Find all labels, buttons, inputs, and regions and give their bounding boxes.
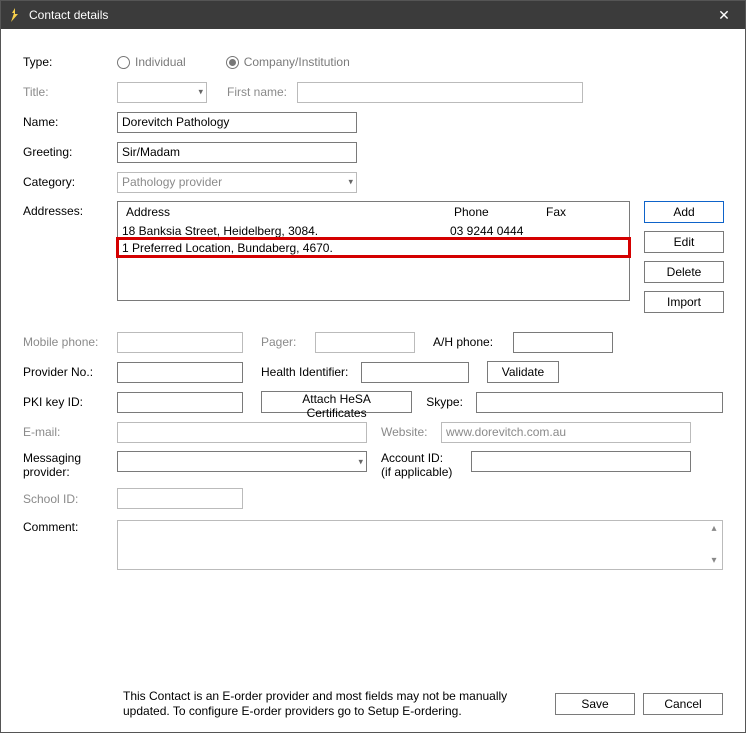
- label-mobile: Mobile phone:: [23, 335, 117, 349]
- ahphone-field[interactable]: [513, 332, 613, 353]
- label-category: Category:: [23, 175, 117, 189]
- provider-field[interactable]: [117, 362, 243, 383]
- address-row[interactable]: 18 Banksia Street, Heidelberg, 3084. 03 …: [118, 222, 629, 239]
- cell-phone: 03 9244 0444: [446, 224, 538, 238]
- pager-field: [315, 332, 415, 353]
- scroll-down-icon[interactable]: ▾: [706, 553, 722, 569]
- label-messaging-l2: provider:: [23, 465, 117, 479]
- healthid-field[interactable]: [361, 362, 469, 383]
- account-field[interactable]: [471, 451, 691, 472]
- close-icon[interactable]: ✕: [709, 7, 739, 24]
- school-field: [117, 488, 243, 509]
- label-comment: Comment:: [23, 520, 117, 534]
- email-field: [117, 422, 367, 443]
- radio-individual-label: Individual: [135, 55, 186, 69]
- cell-address: 18 Banksia Street, Heidelberg, 3084.: [118, 224, 446, 238]
- comment-field[interactable]: ▴ ▾: [117, 520, 723, 570]
- cancel-button[interactable]: Cancel: [643, 693, 723, 715]
- edit-button[interactable]: Edit: [644, 231, 724, 253]
- website-field: [441, 422, 691, 443]
- label-provider: Provider No.:: [23, 365, 117, 379]
- col-header-fax: Fax: [538, 203, 598, 221]
- import-button[interactable]: Import: [644, 291, 724, 313]
- label-name: Name:: [23, 115, 117, 129]
- label-website: Website:: [381, 425, 441, 439]
- validate-button[interactable]: Validate: [487, 361, 559, 383]
- name-field[interactable]: [117, 112, 357, 133]
- mobile-field: [117, 332, 243, 353]
- label-firstname: First name:: [227, 85, 297, 99]
- greeting-field[interactable]: [117, 142, 357, 163]
- label-pki: PKI key ID:: [23, 395, 117, 409]
- label-addresses: Addresses:: [23, 201, 117, 218]
- label-pager: Pager:: [261, 335, 315, 349]
- label-healthid: Health Identifier:: [261, 365, 361, 379]
- label-messaging: Messaging provider:: [23, 451, 117, 479]
- label-skype: Skype:: [426, 395, 476, 409]
- delete-button[interactable]: Delete: [644, 261, 724, 283]
- label-account-l1: Account ID:: [381, 451, 471, 465]
- scroll-up-icon[interactable]: ▴: [706, 521, 722, 537]
- messaging-select[interactable]: [117, 451, 367, 472]
- cell-address: 1 Preferred Location, Bundaberg, 4670.: [118, 241, 446, 255]
- col-header-phone: Phone: [446, 203, 538, 221]
- label-school: School ID:: [23, 492, 117, 506]
- category-select[interactable]: [117, 172, 357, 193]
- window-title: Contact details: [29, 8, 709, 22]
- label-email: E-mail:: [23, 425, 117, 439]
- label-type: Type:: [23, 55, 117, 69]
- title-select: [117, 82, 207, 103]
- col-header-address: Address: [118, 203, 446, 221]
- attach-button[interactable]: Attach HeSA Certificates: [261, 391, 413, 413]
- label-greeting: Greeting:: [23, 145, 117, 159]
- label-account: Account ID: (if applicable): [381, 451, 471, 480]
- skype-field[interactable]: [476, 392, 723, 413]
- address-table-header: Address Phone Fax: [118, 202, 629, 222]
- address-table[interactable]: Address Phone Fax 18 Banksia Street, Hei…: [117, 201, 630, 301]
- address-row[interactable]: 1 Preferred Location, Bundaberg, 4670.: [118, 239, 629, 256]
- footer-note: This Contact is an E-order provider and …: [23, 689, 545, 720]
- radio-company[interactable]: Company/Institution: [226, 55, 350, 69]
- app-icon: [7, 7, 23, 23]
- radio-company-label: Company/Institution: [244, 55, 350, 69]
- label-ahphone: A/H phone:: [433, 335, 513, 349]
- save-button[interactable]: Save: [555, 693, 635, 715]
- pki-field[interactable]: [117, 392, 243, 413]
- label-messaging-l1: Messaging: [23, 451, 117, 465]
- radio-individual[interactable]: Individual: [117, 55, 186, 69]
- titlebar: Contact details ✕: [1, 1, 745, 29]
- label-title: Title:: [23, 85, 117, 99]
- add-button[interactable]: Add: [644, 201, 724, 223]
- firstname-field: [297, 82, 583, 103]
- label-account-l2: (if applicable): [381, 465, 471, 479]
